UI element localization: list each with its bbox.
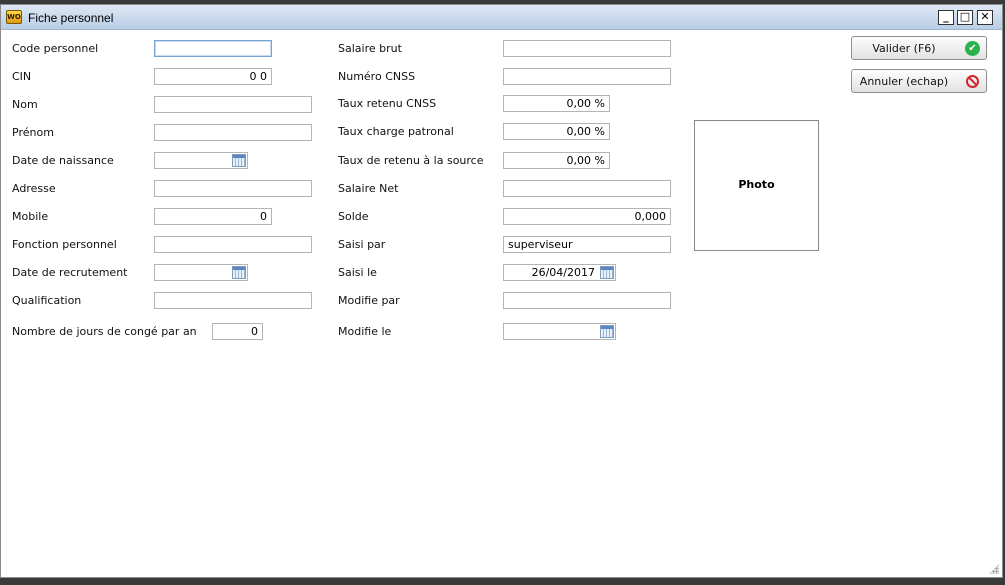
saisi-le-label: Saisi le <box>338 266 377 279</box>
jours-conge-input[interactable]: 0 <box>212 323 263 340</box>
adresse-input[interactable] <box>154 180 312 197</box>
modifie-le-input[interactable] <box>503 323 616 340</box>
calendar-icon[interactable] <box>600 325 614 338</box>
qualification-input[interactable] <box>154 292 312 309</box>
minimize-button[interactable]: _ <box>938 10 954 25</box>
saisi-le-value: 26/04/2017 <box>531 266 595 279</box>
no-entry-icon <box>966 75 979 88</box>
nom-input[interactable] <box>154 96 312 113</box>
valider-button[interactable]: Valider (F6) ✔ <box>851 36 987 60</box>
solde-input[interactable]: 0,000 <box>503 208 671 225</box>
taux-retenu-source-input[interactable]: 0,00 % <box>503 152 610 169</box>
modifie-par-label: Modifie par <box>338 294 400 307</box>
taux-retenu-cnss-input[interactable]: 0,00 % <box>503 95 610 112</box>
mobile-label: Mobile <box>12 210 49 223</box>
window-title: Fiche personnel <box>28 11 114 25</box>
app-logo-icon: WO <box>6 10 22 24</box>
calendar-icon[interactable] <box>600 266 614 279</box>
numero-cnss-label: Numéro CNSS <box>338 70 416 83</box>
jours-conge-label: Nombre de jours de congé par an <box>12 325 197 338</box>
adresse-label: Adresse <box>12 182 56 195</box>
close-button[interactable]: ✕ <box>977 10 993 25</box>
prenom-input[interactable] <box>154 124 312 141</box>
annuler-label: Annuler (echap) <box>859 75 949 88</box>
calendar-icon[interactable] <box>232 154 246 167</box>
photo-box[interactable]: Photo <box>694 120 819 251</box>
salaire-brut-input[interactable] <box>503 40 671 57</box>
taux-retenu-cnss-label: Taux retenu CNSS <box>338 97 437 110</box>
cin-label: CIN <box>12 70 32 83</box>
resize-grip[interactable] <box>989 564 999 574</box>
photo-label: Photo <box>738 178 775 191</box>
salaire-net-input[interactable] <box>503 180 671 197</box>
valider-label: Valider (F6) <box>872 42 936 55</box>
fonction-personnel-label: Fonction personnel <box>12 238 117 251</box>
taux-charge-patronal-input[interactable]: 0,00 % <box>503 123 610 140</box>
saisi-par-input[interactable]: superviseur <box>503 236 671 253</box>
fiche-personnel-window: WO Fiche personnel _ □ ✕ Code personnel … <box>0 4 1003 578</box>
taux-retenu-source-label: Taux de retenu à la source <box>338 154 484 167</box>
date-naissance-input[interactable] <box>154 152 248 169</box>
solde-label: Solde <box>338 210 369 223</box>
salaire-net-label: Salaire Net <box>338 182 399 195</box>
title-bar[interactable]: WO Fiche personnel _ □ ✕ <box>1 5 1002 30</box>
check-circle-icon: ✔ <box>965 41 980 56</box>
nom-label: Nom <box>12 98 38 111</box>
mobile-input[interactable]: 0 <box>154 208 272 225</box>
salaire-brut-label: Salaire brut <box>338 42 402 55</box>
code-personnel-input[interactable] <box>154 40 272 57</box>
prenom-label: Prénom <box>12 126 54 139</box>
maximize-button[interactable]: □ <box>957 10 973 25</box>
qualification-label: Qualification <box>12 294 82 307</box>
fonction-personnel-input[interactable] <box>154 236 312 253</box>
modifie-par-input[interactable] <box>503 292 671 309</box>
modifie-le-label: Modifie le <box>338 325 392 338</box>
annuler-button[interactable]: Annuler (echap) <box>851 69 987 93</box>
cin-input[interactable]: 0 0 <box>154 68 272 85</box>
numero-cnss-input[interactable] <box>503 68 671 85</box>
taux-charge-patronal-label: Taux charge patronal <box>338 125 454 138</box>
date-recrutement-label: Date de recrutement <box>12 266 128 279</box>
saisi-par-label: Saisi par <box>338 238 386 251</box>
date-naissance-label: Date de naissance <box>12 154 114 167</box>
saisi-le-input[interactable]: 26/04/2017 <box>503 264 616 281</box>
calendar-icon[interactable] <box>232 266 246 279</box>
code-personnel-label: Code personnel <box>12 42 99 55</box>
date-recrutement-input[interactable] <box>154 264 248 281</box>
